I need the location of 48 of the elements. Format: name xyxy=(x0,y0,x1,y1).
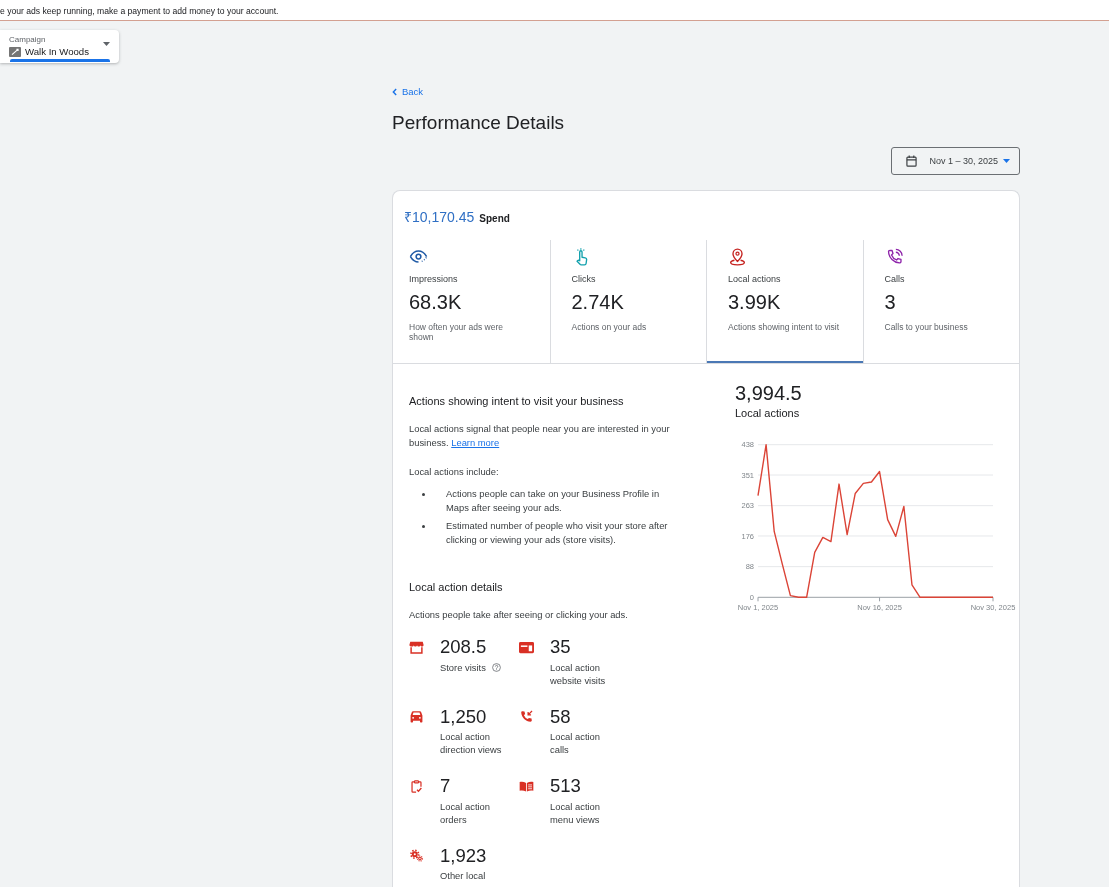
section-subtitle: Actions people take after seeing or clicking your ads. xyxy=(409,608,629,622)
metric-tab[interactable]: Local actions 3.99K Actions showing intent to visit xyxy=(706,240,863,363)
notice-text: e your ads keep running, make a payment to add money to your account. xyxy=(0,5,279,17)
gears-icon xyxy=(409,849,424,862)
stat-label: Other local xyxy=(440,869,486,882)
stat-value: 35 xyxy=(550,636,571,658)
stat-value: 7 xyxy=(440,775,451,797)
chevron-left-icon xyxy=(392,88,397,96)
calendar-icon xyxy=(906,155,918,167)
bullet-icon xyxy=(422,492,425,496)
spend-label: Spend xyxy=(479,213,510,224)
learn-more-link[interactable]: Learn more xyxy=(451,437,500,448)
date-range-button[interactable]: Nov 1 – 30, 2025 xyxy=(891,147,1020,175)
stat-value: 513 xyxy=(550,775,581,797)
bullet-icon xyxy=(422,524,425,528)
chart-total: 3,994.5 xyxy=(735,381,802,405)
stat-label: Local action calls xyxy=(550,730,602,756)
caret-icon xyxy=(103,42,110,46)
stat-label: Local action direction views xyxy=(440,730,503,756)
stat-value: 58 xyxy=(550,705,571,728)
list-item-text: Actions people can take on your Business Profile in Maps after seeing your ads. xyxy=(446,487,661,515)
section-heading: Local action details xyxy=(409,580,504,594)
list-item-text: Estimated number of people who visit your store after clicking or viewing your ads (store visits). xyxy=(446,519,669,547)
stat-value: 208.5 xyxy=(440,636,487,658)
stat-value: 1,250 xyxy=(440,705,487,728)
tile-icon xyxy=(9,47,21,57)
caret-icon xyxy=(1003,159,1010,163)
stat-value: 1,923 xyxy=(440,844,487,867)
campaign-dropdown[interactable]: Campaign Walk In Woods xyxy=(0,30,119,63)
page-title: Performance Details xyxy=(392,111,565,135)
description-text: Local actions signal that people near you are interested in your business. Learn more xyxy=(409,422,671,450)
stat-label: Local action website visits xyxy=(550,660,607,687)
clipboard-check-icon xyxy=(409,779,424,793)
store-icon xyxy=(409,640,424,654)
spend-amount: ₹10,170.45 xyxy=(404,208,475,226)
stat-label: Store visits xyxy=(440,660,486,674)
section-heading: Actions showing intent to visit your business xyxy=(409,394,625,408)
eye-icon xyxy=(409,248,428,266)
map-pin-icon xyxy=(728,248,747,266)
open-book-icon xyxy=(519,779,534,793)
stat-label: Local action menu views xyxy=(550,799,602,826)
phone-icon xyxy=(519,710,534,723)
stat-label: Local action orders xyxy=(440,799,492,826)
back-link[interactable]: Back xyxy=(392,86,424,98)
chart-title: Local actions xyxy=(735,406,800,420)
car-icon xyxy=(409,710,424,723)
list-intro-text: Local actions include: xyxy=(409,465,500,479)
browser-window-icon xyxy=(519,640,534,654)
